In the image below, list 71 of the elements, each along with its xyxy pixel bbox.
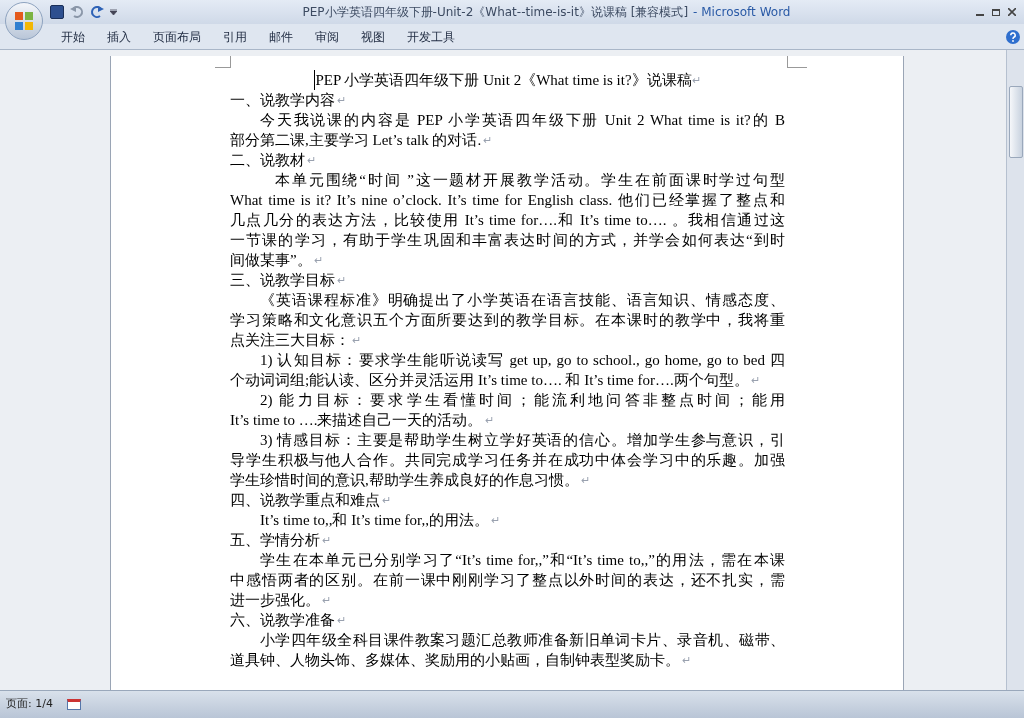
paragraph-mark: ↵ — [682, 652, 691, 668]
ribbon-tab[interactable]: 开始 — [50, 25, 96, 48]
ribbon-tab[interactable]: 开发工具 — [396, 25, 466, 48]
page-count: 页面: 1/4 — [6, 696, 53, 713]
paragraph-line: 学习策略和文化意识五个方面所要达到的教学目标。在本课时的教学中，我将重 — [230, 311, 785, 330]
ribbon-tab[interactable]: 页面布局 — [142, 25, 212, 48]
paragraph-line: 3) 情感目标：主要是帮助学生树立学好英语的信心。增加学生参与意识，引 — [260, 431, 785, 450]
paragraph-mark: ↵ — [337, 272, 346, 288]
paragraph-mark: ↵ — [322, 532, 331, 548]
close-icon[interactable] — [1008, 8, 1016, 16]
ribbon-tab[interactable]: 邮件 — [258, 25, 304, 48]
paragraph-mark: ↵ — [337, 612, 346, 628]
paragraph-mark: ↵ — [490, 512, 500, 528]
paragraph-line: 部分第二课,主要学习 Let’s talk 的对话. — [230, 131, 482, 150]
paragraph-line: 今天我说课的内容是 PEP 小学英语四年级下册 Unit 2 What time is it?的 B — [260, 111, 785, 130]
vertical-scrollbar[interactable] — [1006, 50, 1024, 690]
paragraph-line: 道具钟、人物头饰、多媒体、奖励用的小贴画，自制钟表型奖励卡。 — [230, 651, 680, 670]
paragraph-line: 1) 认知目标：要求学生能听说读写 get up, go to school., go home, go to bed 四 — [260, 351, 785, 370]
paragraph-line: It’s time to ….来描述自己一天的活动。 — [230, 411, 483, 430]
section-heading: 一、说教学内容 — [230, 91, 335, 110]
paragraph-mark: ↵ — [307, 152, 316, 168]
paragraph-mark: ↵ — [750, 372, 760, 388]
redo-icon[interactable] — [90, 5, 104, 19]
save-icon[interactable] — [50, 5, 64, 19]
paragraph-line: 导学生积极与他人合作。共同完成学习任务并在成功中体会学习中的乐趣。加强 — [230, 451, 785, 470]
paragraph-mark: ↵ — [691, 73, 701, 86]
paragraph-line: 小学四年级全科目课件教案习题汇总教师准备新旧单词卡片、录音机、磁带、 — [260, 631, 785, 650]
margin-corner-mark — [787, 56, 807, 68]
office-logo-icon — [14, 11, 34, 31]
ribbon-tab[interactable]: 引用 — [212, 25, 258, 48]
paragraph-line: 几点几分的表达方法，比较使用 It’s time for….和 It’s time to…. 。我相信通过这 — [230, 211, 785, 230]
section-heading: 四、说教学重点和难点 — [230, 491, 380, 510]
office-button[interactable] — [5, 2, 43, 40]
paragraph-line: 2) 能力目标：要求学生看懂时间；能流利地问答非整点时间；能用 — [260, 391, 785, 410]
paragraph-mark: ↵ — [580, 472, 590, 488]
section-heading: 六、说教学准备 — [230, 611, 335, 630]
ribbon-tab[interactable]: 视图 — [350, 25, 396, 48]
ribbon-tab[interactable]: 插入 — [96, 25, 142, 48]
section-heading: 三、说教学目标 — [230, 271, 335, 290]
paragraph-line: 点关注三大目标： — [230, 331, 350, 350]
window-title: PEP小学英语四年级下册-Unit-2《What--time-is-it》说课稿 [兼容模式] — [302, 4, 689, 21]
paragraph-line: 个动词词组;能认读、区分并灵活运用 It’s time to…. 和 It’s time for….两个句型。 — [230, 371, 749, 390]
paragraph-mark: ↵ — [337, 92, 346, 108]
margin-corner-mark — [215, 56, 231, 68]
app-name: - Microsoft Word — [693, 4, 791, 21]
paragraph-mark: ↵ — [484, 412, 494, 428]
ribbon-tab[interactable]: 审阅 — [304, 25, 350, 48]
paragraph-mark: ↵ — [352, 332, 361, 348]
document-title: PEP 小学英语四年级下册 Unit 2《What time is it?》说课稿 — [314, 70, 692, 90]
scroll-thumb[interactable] — [1008, 86, 1023, 158]
paragraph-line: 学生珍惜时间的意识,帮助学生养成良好的作息习惯。 — [230, 471, 579, 490]
paragraph-line: 学生在本单元已分别学习了“It’s time for,,”和“It’s time to,,”的用法，需在本课 — [260, 551, 785, 570]
paragraph-line: 中感悟两者的区别。在前一课中刚刚学习了整点以外时间的表达，还不扎实，需 — [230, 571, 785, 590]
paragraph-line: 《英语课程标准》明确提出了小学英语在语言技能、语言知识、情感态度、 — [260, 291, 785, 310]
customize-toolbar-icon[interactable] — [110, 9, 117, 15]
paragraph-line: 一节课的学习，有助于学生巩固和丰富表达时间的方式，并学会如何表达“到时 — [230, 231, 785, 250]
paragraph-line: 本单元围绕“时间 ”这一题材开展教学活动。学生在前面课时学过句型 — [275, 171, 785, 190]
section-heading: 五、学情分析 — [230, 531, 320, 550]
paragraph-mark: ↵ — [313, 252, 323, 268]
paragraph-mark: ↵ — [483, 132, 493, 148]
paragraph-line: 间做某事”。 — [230, 251, 312, 270]
paragraph-mark: ↵ — [382, 492, 391, 508]
paragraph-line: 进一步强化。 — [230, 591, 320, 610]
paragraph-mark: ↵ — [322, 592, 331, 608]
paragraph-line: It’s time to,,和 It’s time for,,的用法。 — [260, 511, 489, 530]
restore-icon[interactable] — [992, 8, 1000, 16]
section-heading: 二、说教材 — [230, 151, 305, 170]
proofing-icon[interactable] — [66, 699, 81, 710]
paragraph-line: What time is it? It’s nine o’clock. It’s time for English class. 他们已经掌握了整点和 — [230, 191, 785, 210]
help-icon[interactable] — [1006, 29, 1020, 44]
undo-icon[interactable] — [70, 5, 84, 19]
